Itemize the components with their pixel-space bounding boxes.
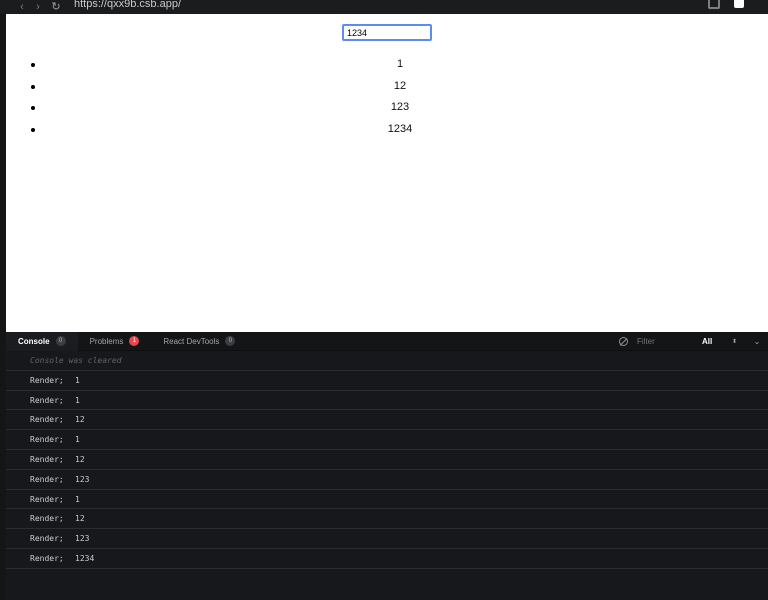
console-log-line: Render; 123 (6, 529, 768, 549)
tab-label: Problems (89, 336, 124, 346)
console-cleared-message: Console was cleared (6, 351, 768, 371)
log-label: Render; (30, 553, 64, 563)
console-log-line: Render; 1 (6, 430, 768, 450)
bullet-icon (31, 127, 35, 132)
log-value: 1 (75, 375, 80, 385)
list-item: 12 (6, 76, 768, 98)
console-log-line: Render; 1 (6, 391, 768, 411)
error-count-badge: 1 (129, 336, 140, 346)
log-label: Render; (30, 534, 64, 544)
forward-arrow-icon[interactable]: › (30, 0, 46, 14)
count-badge: 0 (225, 336, 236, 346)
clear-console-icon[interactable] (619, 337, 628, 346)
console-output: Console was cleared Render; 1 Render; 1 Re… (6, 351, 768, 569)
tab-console[interactable]: Console 0 (6, 331, 78, 351)
text-input[interactable] (342, 24, 432, 41)
console-log-line: Render; 1234 (6, 549, 768, 569)
log-label: Render; (30, 375, 64, 385)
list-item: 1 (6, 54, 768, 76)
log-label: Render; (30, 514, 64, 524)
back-arrow-icon[interactable]: ‹ (14, 0, 30, 14)
log-value: 1 (75, 494, 80, 504)
list-item-text: 123 (390, 101, 410, 113)
log-label: Render; (30, 494, 64, 504)
list-item-text: 1234 (387, 122, 413, 135)
filter-input[interactable]: Filter (637, 337, 697, 346)
count-badge: 0 (55, 336, 66, 346)
open-window-icon[interactable] (734, 0, 744, 8)
log-level-select[interactable]: All (702, 337, 732, 346)
log-label: Render; (30, 435, 64, 445)
log-value: 1234 (75, 553, 95, 563)
address-bar[interactable]: https://qxx9b.csb.app/ (74, 0, 181, 11)
console-log-line: Render; 12 (6, 509, 768, 530)
tab-label: Console (18, 336, 50, 346)
log-value: 12 (75, 415, 85, 425)
log-label: Render; (30, 454, 64, 464)
console-log-line: Render; 12 (6, 450, 768, 470)
log-value: 1 (75, 435, 80, 445)
bullet-icon (31, 63, 35, 67)
tab-label: React DevTools (163, 336, 220, 346)
console-log-line: Render; 12 (6, 410, 768, 431)
list-item: 123 (6, 97, 768, 119)
bullet-icon (31, 84, 35, 89)
copy-icon[interactable] (708, 0, 720, 9)
list-item-text: 12 (393, 79, 407, 92)
list-item: 1234 (6, 119, 768, 141)
bullet-icon (31, 106, 35, 110)
console-log-line: Render; 1 (6, 371, 768, 391)
log-value: 12 (75, 454, 85, 464)
log-value: 1 (75, 395, 80, 405)
browser-toolbar: ‹ › ↻ https://qxx9b.csb.app/ (0, 0, 768, 14)
console-log-line: Render; 123 (6, 470, 768, 490)
log-value: 123 (75, 534, 90, 544)
log-value: 12 (75, 514, 85, 524)
chevron-down-icon[interactable]: ⌄ (746, 337, 768, 346)
log-label: Render; (30, 474, 64, 484)
updown-icon[interactable]: ⬍ (732, 338, 746, 345)
devtools-tabs: Console 0 Problems 1 React DevTools 0 Fi… (6, 331, 768, 351)
log-value: 123 (75, 474, 90, 484)
tab-react-devtools[interactable]: React DevTools 0 (151, 332, 247, 351)
tab-problems[interactable]: Problems 1 (78, 332, 152, 351)
app-preview: 1 12 123 1234 (6, 14, 768, 332)
devtools-panel: Console 0 Problems 1 React DevTools 0 Fi… (6, 331, 768, 600)
console-log-line: Render; 1 (6, 490, 768, 510)
reload-icon[interactable]: ↻ (48, 0, 64, 14)
log-label: Render; (30, 395, 64, 405)
rendered-list: 1 12 123 1234 (6, 54, 768, 140)
list-item-text: 1 (396, 58, 404, 70)
log-label: Render; (30, 415, 64, 425)
